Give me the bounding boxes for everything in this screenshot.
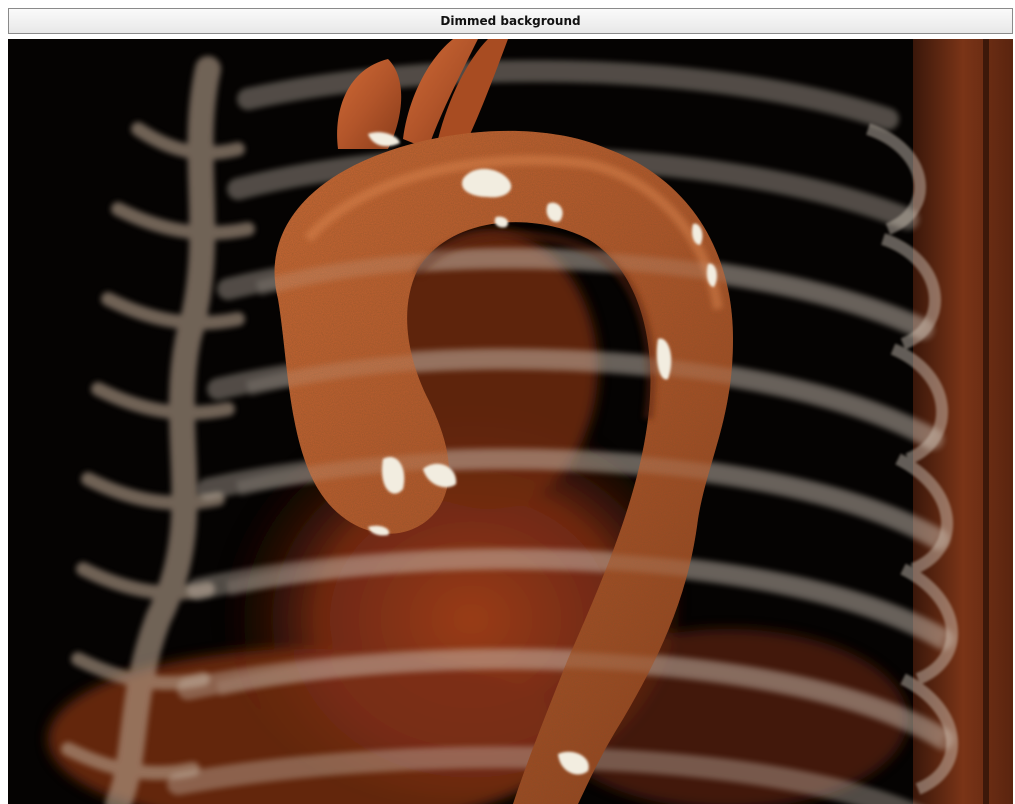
render-viewport[interactable] <box>8 39 1013 804</box>
volume-render-image <box>8 39 1013 804</box>
app-window: Dimmed background <box>0 0 1015 804</box>
window-title: Dimmed background <box>440 14 581 28</box>
window-titlebar: Dimmed background <box>8 8 1013 34</box>
